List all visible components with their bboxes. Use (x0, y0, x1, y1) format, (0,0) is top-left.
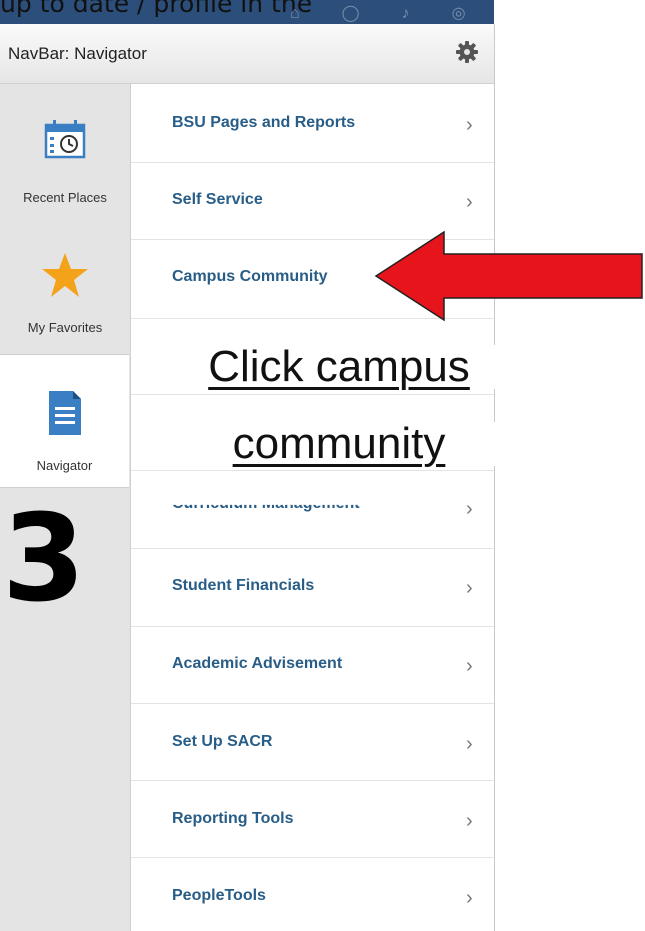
navigator-panel: NavBar: Navigator Recent Places My Favor… (0, 24, 495, 931)
search-icon[interactable]: ◯ (342, 5, 402, 22)
menu-item-label: Set Up SACR (172, 733, 273, 750)
compass-icon[interactable]: ◎ (452, 5, 494, 22)
chevron-right-icon: › (466, 577, 473, 599)
page-title: NavBar: Navigator (8, 44, 147, 63)
menu-item-self-service[interactable]: Self Service › (131, 162, 494, 240)
menu-item-peopletools[interactable]: PeopleTools › (131, 857, 494, 931)
sidebar-item-label: Navigator (36, 458, 93, 473)
menu-item-label: Student Financials (172, 577, 315, 594)
chevron-right-icon: › (466, 498, 473, 520)
chevron-right-icon: › (466, 887, 473, 909)
document-icon (48, 391, 81, 435)
annotation-line-1: Click campus (160, 345, 518, 389)
star-icon (42, 253, 88, 297)
nav-header: NavBar: Navigator (0, 24, 494, 84)
annotation-line-2: community (160, 422, 518, 466)
sidebar-item-recent-places[interactable]: Recent Places (0, 84, 130, 214)
calendar-clock-icon (44, 120, 86, 159)
home-icon[interactable]: ⌂ (290, 5, 342, 22)
chevron-right-icon: › (466, 191, 473, 213)
top-caption: up to date / profile in the (0, 0, 313, 18)
sidebar-item-label: Recent Places (23, 190, 107, 205)
pointer-arrow-icon (374, 230, 643, 322)
menu-item-label: PeopleTools (172, 887, 266, 904)
topbar-icons: ⌂◯♪◎ (290, 3, 494, 23)
menu-item-label: Academic Advisement (172, 655, 343, 672)
step-number: 3 (2, 490, 85, 629)
chevron-right-icon: › (466, 114, 473, 136)
menu-item-set-up-sacr[interactable]: Set Up SACR › (131, 703, 494, 781)
sidebar-item-label: My Favorites (27, 320, 103, 335)
sidebar-item-my-favorites[interactable]: My Favorites (0, 214, 130, 354)
chevron-right-icon: › (466, 733, 473, 755)
menu-item-label: Self Service (172, 191, 263, 208)
menu-item-label: Campus Community (172, 268, 328, 285)
menu-item-academic-advisement[interactable]: Academic Advisement › (131, 626, 494, 704)
menu-item-label: BSU Pages and Reports (172, 114, 356, 131)
chevron-right-icon: › (466, 810, 473, 832)
top-banner: up to date / profile in the ⌂◯♪◎ (0, 0, 494, 24)
menu-item-label: Reporting Tools (172, 810, 294, 827)
menu-item-bsu-pages-and-reports[interactable]: BSU Pages and Reports › (131, 84, 494, 163)
menu-item-student-financials[interactable]: Student Financials › (131, 548, 494, 627)
menu-item-reporting-tools[interactable]: Reporting Tools › (131, 780, 494, 858)
chevron-right-icon: › (466, 655, 473, 677)
bell-icon[interactable]: ♪ (402, 5, 452, 22)
gear-icon[interactable] (455, 40, 479, 64)
sidebar-item-navigator[interactable]: Navigator (0, 354, 129, 488)
